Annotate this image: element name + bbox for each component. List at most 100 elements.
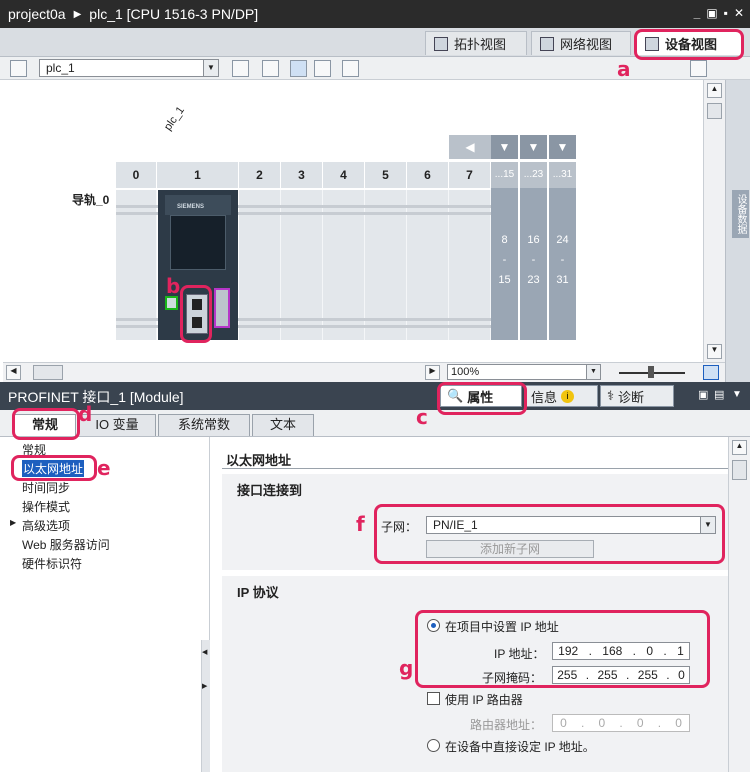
tab-system-constants[interactable]: 系统常数	[158, 414, 250, 436]
slot-header-4: 4	[323, 162, 365, 188]
pen-icon[interactable]	[290, 60, 307, 77]
expand-15-icon[interactable]: ▼	[491, 135, 518, 159]
scroll-left-icon[interactable]: ◀	[6, 365, 21, 380]
collapse-left-icon[interactable]: ◀	[449, 135, 491, 159]
close-icon[interactable]: ✕	[734, 6, 744, 20]
marker-d: d	[78, 402, 93, 426]
ext-slot-group-2[interactable]: ...23 16 - 23	[520, 162, 547, 340]
cpu-brand: SIEMENS	[177, 204, 205, 210]
highlight-subnet	[374, 504, 725, 564]
rack-icon[interactable]	[232, 60, 249, 77]
tab-texts[interactable]: 文本	[252, 414, 314, 436]
ext-header-label: ...15	[491, 162, 518, 188]
ext-range-dash: -	[502, 254, 507, 266]
zoom-slider-thumb[interactable]	[648, 366, 654, 378]
zoom-select[interactable]: 100% ▼	[447, 364, 601, 380]
minimize-icon[interactable]: _	[694, 6, 701, 20]
use-router-checkbox[interactable]	[427, 692, 440, 705]
panel-float-icon[interactable]: ▣	[698, 388, 708, 401]
panel-maximize-icon[interactable]: ▤	[714, 388, 724, 401]
panel-collapse-icon[interactable]: ▼	[732, 389, 742, 400]
panel-toggle-icon[interactable]	[690, 60, 707, 77]
restore-icon[interactable]: ▣	[706, 6, 717, 20]
ext-range-to: 15	[498, 274, 511, 286]
name-icon[interactable]	[262, 60, 279, 77]
tab-diagnostics-label: 诊断	[618, 389, 645, 405]
nav-item-hardware-identifier[interactable]: 硬件标识符	[22, 555, 82, 572]
cpu-header: SIEMENS	[165, 195, 231, 215]
router-octet: 0	[636, 716, 644, 730]
float-icon[interactable]: ▪	[724, 6, 728, 20]
canvas-horizontal-scrollbar[interactable]: ◀ ▶	[3, 362, 725, 382]
router-octet: 0	[598, 716, 606, 730]
device-toolbar: plc_1 ▼	[0, 57, 750, 80]
scroll-right-icon[interactable]: ▶	[425, 365, 440, 380]
ethernet-port-icon[interactable]	[165, 296, 178, 310]
device-data-tab[interactable]: 设备数据	[732, 190, 749, 238]
splitter-right-icon[interactable]: ▶	[202, 682, 207, 690]
tab-info[interactable]: 信息 i	[524, 385, 598, 407]
scroll-thumb[interactable]	[707, 103, 722, 119]
marker-b: b	[166, 274, 181, 298]
ext-range-dash: -	[560, 254, 565, 266]
slot-header-6: 6	[407, 162, 449, 188]
project-name: project0a	[8, 6, 66, 22]
content-scrollbar[interactable]: ▲	[728, 437, 750, 772]
scroll-down-icon[interactable]: ▼	[707, 344, 722, 359]
chevron-down-icon[interactable]: ▼	[203, 60, 218, 76]
ext-range-dash: -	[531, 254, 536, 266]
ext-slot-group-3[interactable]: ...31 24 - 31	[549, 162, 576, 340]
expand-arrow-icon[interactable]: ▶	[10, 518, 16, 527]
nav-item-web-server[interactable]: Web 服务器访问	[22, 536, 110, 553]
slot-header-1: 1	[157, 162, 239, 188]
device-tree-icon[interactable]	[10, 60, 27, 77]
splitter-left-icon[interactable]: ◀	[202, 648, 207, 656]
chevron-down-icon[interactable]: ▼	[586, 365, 600, 379]
tab-network-view[interactable]: 网络视图	[531, 31, 631, 55]
tab-diagnostics[interactable]: ⚕ 诊断	[600, 385, 674, 407]
nav-splitter[interactable]: ◀ ▶	[201, 640, 210, 772]
highlight-profinet-port	[180, 285, 212, 343]
hscroll-thumb[interactable]	[33, 365, 63, 380]
ip-protocol-title: IP 协议	[237, 585, 279, 600]
expand-23-icon[interactable]: ▼	[520, 135, 547, 159]
ext-range-from: 8	[501, 234, 508, 246]
interface-section-title: 接口连接到	[237, 483, 303, 498]
dp-interface-port[interactable]	[214, 288, 230, 328]
scroll-thumb[interactable]	[732, 460, 747, 480]
device-select[interactable]: plc_1 ▼	[39, 59, 219, 77]
ext-slot-group-1[interactable]: ...15 8 - 15	[491, 162, 518, 340]
inspector-title: PROFINET 接口_1 [Module]	[8, 389, 184, 405]
nav-item-operating-mode[interactable]: 操作模式	[22, 498, 70, 515]
ext-range-from: 16	[527, 234, 540, 246]
expand-31-icon[interactable]: ▼	[549, 135, 576, 159]
tab-topology-label: 拓扑视图	[454, 37, 507, 52]
scroll-up-icon[interactable]: ▲	[707, 83, 722, 98]
router-address-label: 路由器地址：	[470, 718, 543, 732]
overview-icon[interactable]	[703, 365, 719, 380]
nav-item-advanced-options[interactable]: 高级选项	[22, 517, 70, 534]
highlight-general-tab	[12, 408, 80, 440]
radio-set-on-device[interactable]	[427, 739, 440, 752]
zoom-icon[interactable]	[342, 60, 359, 77]
nav-item-time-sync[interactable]: 时间同步	[22, 479, 70, 496]
highlight-device-view	[634, 29, 744, 60]
info-icon: i	[561, 389, 575, 403]
use-router-label: 使用 IP 路由器	[445, 693, 523, 707]
ext-header-label: ...23	[520, 162, 547, 188]
inspector-header: PROFINET 接口_1 [Module] 🔍 属性 信息 i ⚕ 诊断 ▣ …	[0, 382, 750, 410]
tab-topology-view[interactable]: 拓扑视图	[425, 31, 527, 55]
window-controls: _ ▣ ▪ ✕	[694, 6, 744, 20]
slot-header-2: 2	[239, 162, 281, 188]
device-select-value: plc_1	[46, 61, 75, 75]
device-data-sidebar[interactable]: 设备数据	[725, 80, 750, 382]
scroll-up-icon[interactable]: ▲	[732, 440, 747, 455]
grid-icon[interactable]	[314, 60, 331, 77]
title-bar: project0a ▶ plc_1 [CPU 1516-3 PN/DP]	[0, 0, 750, 28]
marker-e: e	[97, 456, 111, 480]
canvas-vertical-scrollbar[interactable]: ▲ ▼	[703, 80, 725, 362]
set-on-device-label: 在设备中直接设定 IP 地址。	[445, 740, 595, 754]
marker-a: a	[617, 57, 631, 81]
device-name: plc_1 [CPU 1516-3 PN/DP]	[89, 6, 259, 22]
router-address-field[interactable]: 0. 0. 0. 0	[552, 714, 690, 732]
